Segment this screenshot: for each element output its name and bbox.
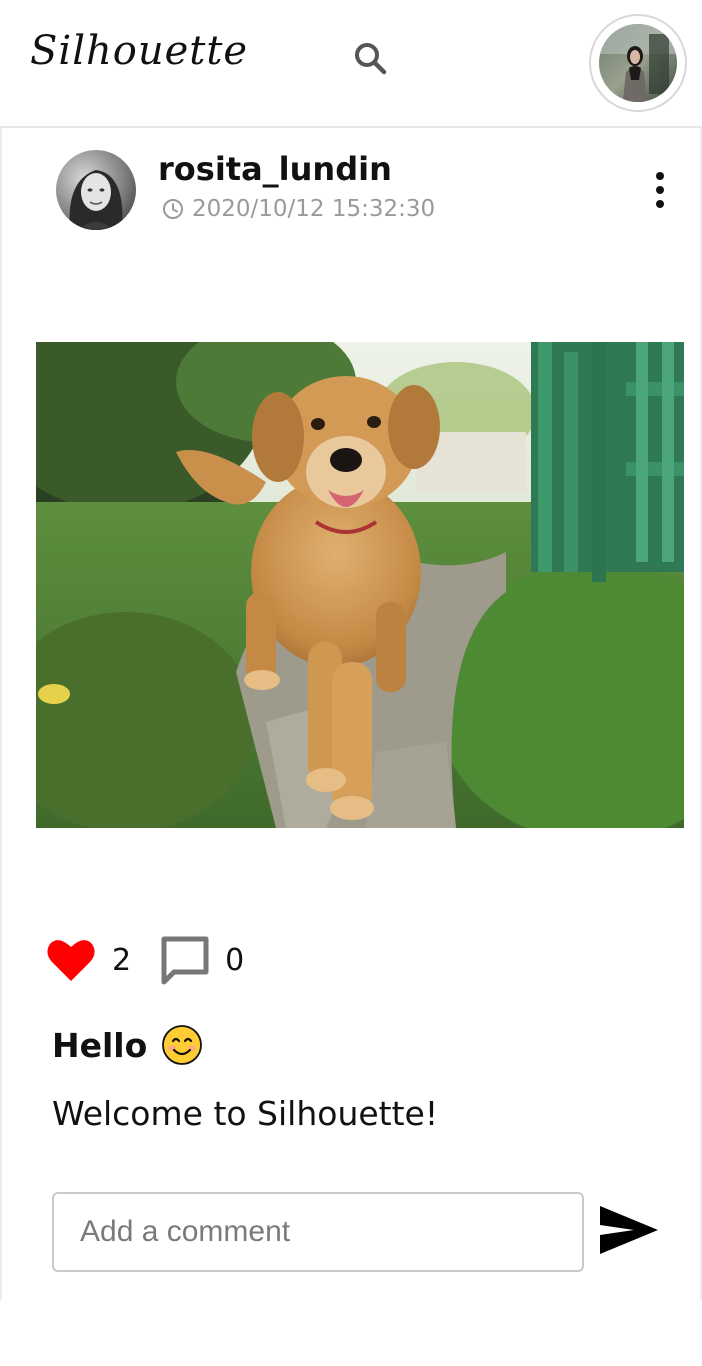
heart-icon[interactable] xyxy=(46,937,96,983)
profile-avatar-button[interactable] xyxy=(589,14,687,112)
post-timestamp: 2020/10/12 15:32:30 xyxy=(162,196,435,222)
post-image[interactable] xyxy=(36,342,684,828)
more-options-icon[interactable] xyxy=(642,170,678,210)
post-actions: 2 0 xyxy=(46,932,244,988)
app-root: Silhouette rosita_lundin 2020/10/12 15:3… xyxy=(0,0,702,1366)
smiling-face-icon xyxy=(162,1025,203,1065)
clock-icon xyxy=(163,199,183,219)
app-logo[interactable]: Silhouette xyxy=(30,28,248,74)
post-author-username[interactable]: rosita_lundin xyxy=(158,150,392,188)
comment-count: 0 xyxy=(225,942,245,978)
post-body: Welcome to Silhouette! xyxy=(52,1094,439,1133)
post-title: Hello xyxy=(52,1024,203,1066)
author-avatar[interactable] xyxy=(56,150,136,230)
search-icon[interactable] xyxy=(350,38,390,78)
top-header: Silhouette xyxy=(0,0,702,128)
comment-input[interactable] xyxy=(52,1192,584,1272)
post-card: rosita_lundin 2020/10/12 15:32:30 2 0 He… xyxy=(0,128,702,1300)
avatar xyxy=(599,24,677,102)
comment-icon[interactable] xyxy=(159,934,211,986)
post-title-text: Hello xyxy=(52,1025,148,1065)
like-count: 2 xyxy=(112,942,132,978)
timestamp-text: 2020/10/12 15:32:30 xyxy=(192,196,436,222)
send-icon[interactable] xyxy=(598,1202,660,1258)
